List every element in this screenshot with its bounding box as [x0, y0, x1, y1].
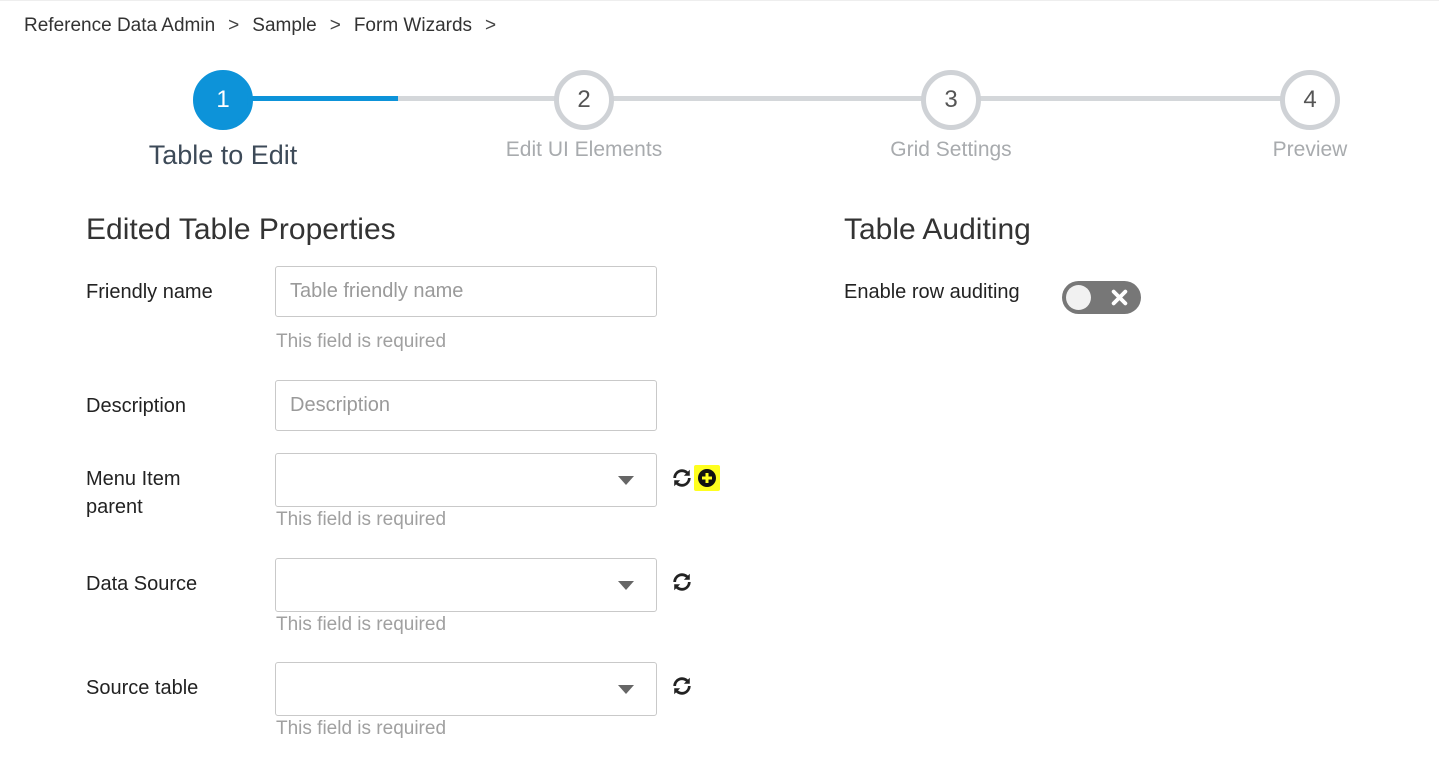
menu-item-parent-label: Menu Item parent — [86, 465, 180, 521]
step-2-circle[interactable]: 2 — [554, 70, 614, 130]
menu-item-parent-select[interactable] — [275, 453, 657, 507]
menu-item-parent-help: This field is required — [276, 509, 447, 530]
chevron-down-icon — [618, 685, 634, 694]
chevron-down-icon — [618, 581, 634, 590]
toggle-knob — [1066, 285, 1091, 310]
friendly-name-label: Friendly name — [86, 281, 213, 303]
enable-row-auditing-toggle[interactable] — [1062, 281, 1141, 314]
description-input[interactable] — [275, 380, 657, 431]
step-3-label: Grid Settings — [890, 138, 1012, 161]
step-1-label: Table to Edit — [148, 140, 298, 170]
data-source-select[interactable] — [275, 558, 657, 612]
wizard-stepper: 1 2 3 4 Table to Edit Edit UI Elements G… — [0, 0, 1439, 190]
enable-row-auditing-label: Enable row auditing — [844, 281, 1020, 303]
refresh-icon[interactable] — [671, 571, 693, 593]
data-source-label: Data Source — [86, 573, 198, 595]
refresh-icon[interactable] — [671, 467, 693, 489]
step-4-circle[interactable]: 4 — [1280, 70, 1340, 130]
step-1-circle[interactable]: 1 — [193, 70, 253, 130]
plus-circle-icon — [698, 469, 716, 487]
menu-item-parent-label-line2: parent — [86, 496, 143, 518]
data-source-help: This field is required — [276, 614, 447, 635]
friendly-name-input[interactable] — [275, 266, 657, 317]
step-4-label: Preview — [1272, 138, 1348, 161]
source-table-help: This field is required — [276, 718, 447, 739]
refresh-icon[interactable] — [671, 675, 693, 697]
chevron-down-icon — [618, 476, 634, 485]
auditing-title: Table Auditing — [844, 213, 1031, 246]
menu-item-parent-label-line1: Menu Item — [86, 468, 181, 490]
source-table-select[interactable] — [275, 662, 657, 716]
add-menu-item-button[interactable] — [694, 465, 720, 491]
step-2-label: Edit UI Elements — [505, 138, 663, 161]
source-table-label: Source table — [86, 677, 199, 699]
friendly-name-help: This field is required — [276, 331, 447, 352]
close-icon — [1111, 289, 1128, 306]
properties-title: Edited Table Properties — [86, 213, 396, 246]
description-label: Description — [86, 395, 187, 417]
step-3-circle[interactable]: 3 — [921, 70, 981, 130]
